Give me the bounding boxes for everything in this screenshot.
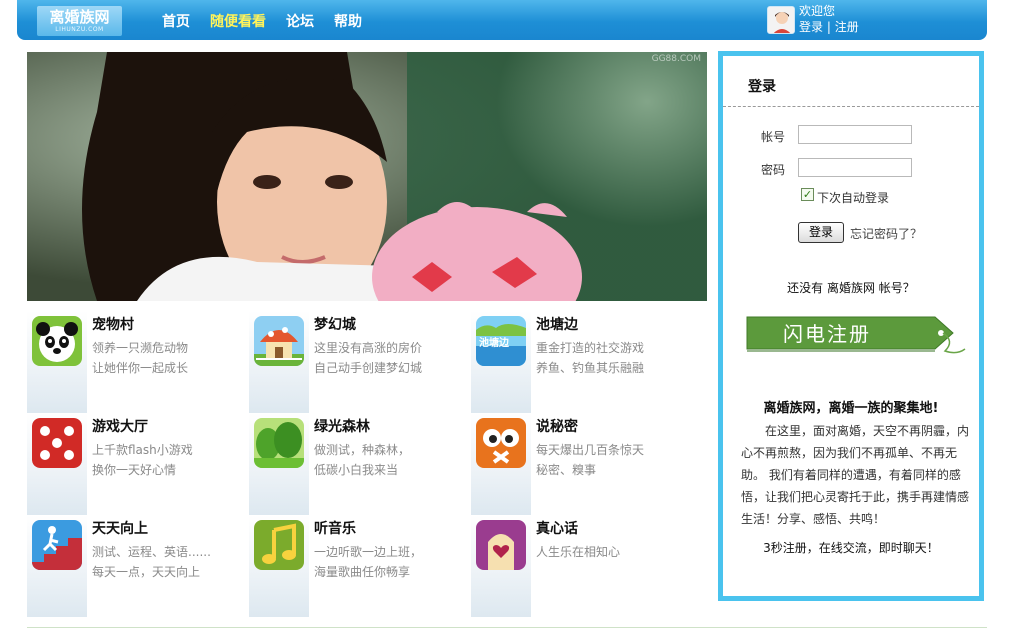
account-input[interactable]: [798, 125, 912, 144]
login-button[interactable]: 登录: [798, 222, 844, 243]
feature-truth[interactable]: 真心话 人生乐在相知心: [471, 515, 693, 617]
feature-title[interactable]: 绿光森林: [314, 416, 370, 436]
panda-icon[interactable]: [32, 316, 82, 366]
feature-desc: 低碳小白我来当: [314, 463, 399, 477]
feature-daily-up[interactable]: 天天向上 测试、运程、英语...... 每天一点，天天向上: [27, 515, 249, 617]
feature-title[interactable]: 游戏大厅: [92, 416, 148, 436]
music-note-icon[interactable]: [254, 520, 304, 570]
feature-desc: 重金打造的社交游戏: [536, 341, 645, 355]
flash-register-label: 闪电注册: [783, 322, 871, 346]
pond-icon[interactable]: 池塘边: [476, 316, 526, 366]
mushroom-house-icon[interactable]: [254, 316, 304, 366]
password-input[interactable]: [798, 158, 912, 177]
feature-title[interactable]: 池塘边: [536, 314, 578, 334]
feature-desc: 每天爆出几百条惊天: [536, 443, 645, 457]
feature-desc: 换你一天好心情: [92, 463, 177, 477]
feature-title[interactable]: 梦幻城: [314, 314, 356, 334]
feature-title[interactable]: 听音乐: [314, 518, 356, 538]
logo-text: 离婚族网: [49, 8, 110, 26]
owl-icon[interactable]: [476, 418, 526, 468]
flash-register-button[interactable]: 闪电注册: [745, 311, 967, 361]
nav-item-forum[interactable]: 论坛: [286, 11, 314, 31]
nav-item-home[interactable]: 首页: [162, 11, 190, 31]
welcome-text: 欢迎您: [799, 4, 836, 18]
divider: [723, 106, 979, 107]
feature-game-hall[interactable]: 游戏大厅 上千款flash小游戏 换你一天好心情: [27, 413, 249, 515]
main-nav: 首页 随便看看 论坛 帮助: [162, 11, 382, 31]
featured-photo-banner[interactable]: GG88.COM: [27, 52, 707, 301]
site-slogan: 离婚族网，离婚一族的聚集地!: [763, 401, 939, 416]
feature-secrets[interactable]: 说秘密 每天爆出几百条惊天 秘密、糗事: [471, 413, 693, 515]
stairs-icon[interactable]: [32, 520, 82, 570]
feature-desc: 海量歌曲任你畅享: [314, 565, 411, 579]
feature-desc: 做测试，种森林，: [314, 443, 411, 457]
feature-title[interactable]: 说秘密: [536, 416, 578, 436]
feature-title[interactable]: 天天向上: [92, 518, 148, 538]
welcome-area: 欢迎您 登录 | 注册: [799, 3, 859, 35]
footer-divider: [27, 627, 987, 628]
feature-desc: 养鱼、钓鱼其乐融融: [536, 361, 645, 375]
top-navigation-bar: 离婚族网 LIHUNZU.COM 首页 随便看看 论坛 帮助 欢迎您 登录 | …: [17, 0, 987, 40]
logo-subtext: LIHUNZU.COM: [55, 26, 104, 33]
site-logo[interactable]: 离婚族网 LIHUNZU.COM: [37, 6, 122, 36]
feature-title[interactable]: 宠物村: [92, 314, 134, 334]
feature-pet-village[interactable]: 宠物村 领养一只濒危动物 让她伴你一起成长: [27, 311, 249, 413]
nav-item-browse[interactable]: 随便看看: [210, 11, 266, 31]
heart-icon[interactable]: [476, 520, 526, 570]
banner-watermark: GG88.COM: [651, 54, 701, 64]
dice-icon[interactable]: [32, 418, 82, 468]
feature-desc: 一边听歌一边上班，: [314, 545, 423, 559]
feature-desc: 上千款flash小游戏: [92, 443, 193, 457]
login-title: 登录: [748, 79, 776, 95]
forgot-password-link[interactable]: 忘记密码了？: [850, 225, 922, 242]
feature-desc: 人生乐在相知心: [536, 545, 621, 559]
feature-desc: 让她伴你一起成长: [92, 361, 189, 375]
feature-desc: 这里没有高涨的房价: [314, 341, 423, 355]
pond-icon-text: 池塘边: [479, 338, 509, 349]
intro-paragraph: 在这里，面对离婚，天空不再阴霾，内心不再煎熬，因为我们不再孤单、不再无助。 我们…: [741, 424, 970, 526]
feature-title[interactable]: 真心话: [536, 518, 578, 538]
password-label: 密码: [761, 163, 786, 177]
user-avatar-icon: [767, 6, 795, 34]
feature-desc: 秘密、糗事: [536, 463, 597, 477]
no-account-text: 还没有 离婚族网 帐号？: [787, 281, 915, 295]
feature-desc: 自己动手创建梦幻城: [314, 361, 423, 375]
feature-desc: 测试、运程、英语......: [92, 545, 211, 559]
banner-photo: [27, 52, 707, 301]
feature-desc: 每天一点，天天向上: [92, 565, 201, 579]
account-label: 帐号: [761, 130, 786, 144]
forest-icon[interactable]: [254, 418, 304, 468]
login-panel: 登录 帐号 密码 ✓ 下次自动登录 登录 忘记密码了？ 还没有 离婚族网 帐号？…: [718, 51, 984, 601]
feature-pond-side[interactable]: 池塘边 池塘边 重金打造的社交游戏 养鱼、钓鱼其乐融融: [471, 311, 693, 413]
nav-item-help[interactable]: 帮助: [334, 11, 362, 31]
signup-promo: 3秒注册，在线交流，即时聊天！: [763, 541, 939, 555]
feature-music[interactable]: 听音乐 一边听歌一边上班， 海量歌曲任你畅享: [249, 515, 471, 617]
header-login-link[interactable]: 登录: [799, 20, 823, 34]
remember-me-label[interactable]: 下次自动登录: [817, 189, 889, 206]
feature-desc: 领养一只濒危动物: [92, 341, 189, 355]
feature-dream-city[interactable]: 梦幻城 这里没有高涨的房价 自己动手创建梦幻城: [249, 311, 471, 413]
feature-green-forest[interactable]: 绿光森林 做测试，种森林， 低碳小白我来当: [249, 413, 471, 515]
link-divider: |: [826, 20, 831, 34]
header-register-link[interactable]: 注册: [835, 20, 859, 34]
remember-me-checkbox[interactable]: ✓: [801, 188, 814, 201]
